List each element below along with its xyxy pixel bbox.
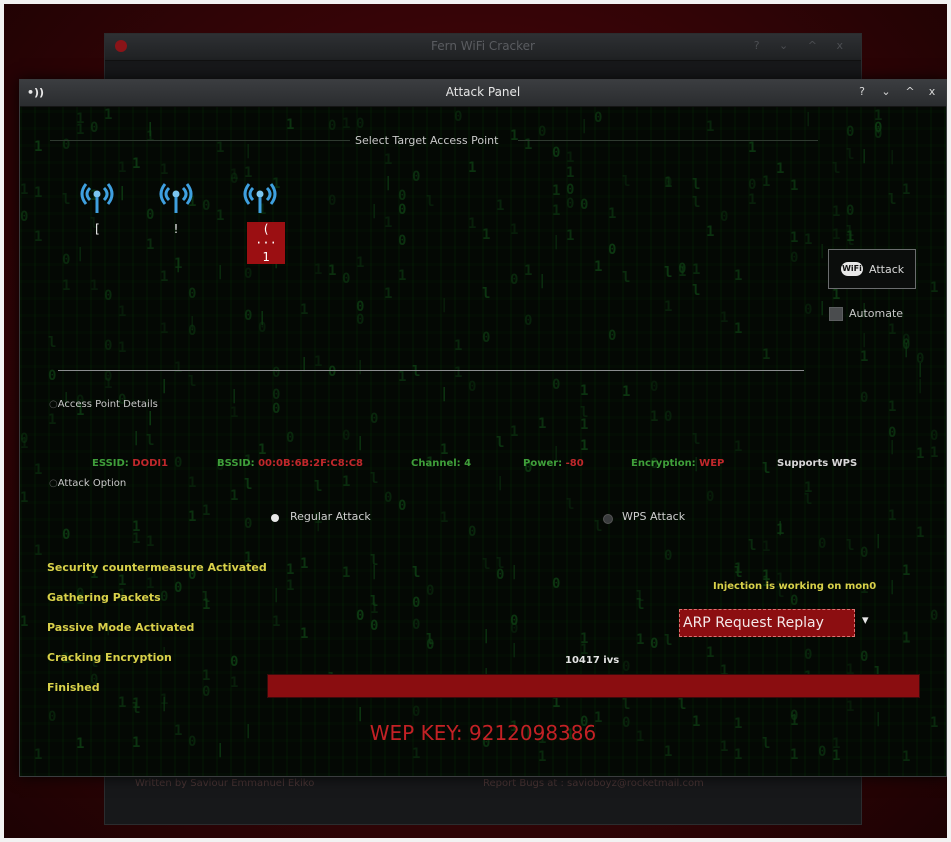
status-item: Security countermeasure Activated [47,561,267,574]
panel-content: 111100111111l010000|11l111|01011110l0l00… [20,107,946,776]
wireless-antenna-icon [243,183,277,213]
attack-button[interactable]: WiFi Attack [828,249,916,289]
bssid-value: 00:0B:6B:2F:C8:C8 [258,458,364,469]
access-point-details-label: Access Point Details [57,399,158,410]
progress-bar [267,674,920,698]
help-button[interactable]: ? [854,84,870,100]
attack-button-label: Attack [869,263,905,276]
attack-option-label: Attack Option [57,478,127,489]
ivs-counter: 10417 ivs [565,655,620,666]
automate-label: Automate [849,307,904,320]
separator [58,370,804,371]
channel-key: Channel: [411,458,461,469]
encryption-field: Encryption: WEP [631,458,724,469]
wep-key-result: WEP KEY: 9212098386 [369,721,597,745]
author-credit: Written by Saviour Emmanuel Ekiko [135,778,315,789]
channel-field: Channel: 4 [411,458,471,469]
access-point-2[interactable]: ! [151,181,201,236]
supports-wps-label: Supports WPS [777,458,858,469]
divider [518,140,818,141]
regular-attack-radio[interactable] [271,514,279,522]
background-window-title: Fern WiFi Cracker [431,39,535,53]
access-point-3[interactable]: ( ··· 1 [235,181,285,264]
encryption-key: Encryption: [631,458,696,469]
background-footer: Written by Saviour Emmanuel Ekiko Report… [105,778,861,798]
dialog-title: Attack Panel [445,85,521,99]
access-point-name: [ [93,222,101,236]
window-controls: ? ⌄ ^ x [753,39,851,52]
essid-key: ESSID: [92,458,129,469]
bug-report-text: Report Bugs at : savioboyz@rocketmail.co… [483,778,704,789]
maximize-button[interactable]: ^ [902,84,918,100]
attack-panel-dialog: •)) Attack Panel ? ⌄ ^ x 111100111111l01… [19,79,947,777]
injection-status: Injection is working on mon0 [713,581,877,592]
access-point-details-heading: ○Access Point Details [49,399,158,410]
status-item: Finished [47,681,100,694]
wireless-antenna-icon [80,183,114,213]
minimize-button[interactable]: ⌄ [878,84,894,100]
regular-attack-label: Regular Attack [290,510,371,523]
dropdown-arrow-icon[interactable]: ▾ [862,613,869,628]
bssid-field: BSSID: 00:0B:6B:2F:C8:C8 [217,458,363,469]
access-point-1[interactable]: [ [72,181,122,236]
attack-option-heading: ○Attack Option [49,478,127,489]
attack-mode-dropdown[interactable]: ARP Request Replay [679,609,855,637]
power-value: -80 [565,458,584,469]
status-item: Gathering Packets [47,591,161,604]
wps-attack-label: WPS Attack [622,510,686,523]
wps-attack-radio[interactable] [603,514,613,524]
automate-checkbox[interactable] [829,307,843,321]
progress-bar-fill [268,675,919,697]
select-target-label: Select Target Access Point [355,134,499,147]
power-key: Power: [523,458,563,469]
background-titlebar: Fern WiFi Cracker ? ⌄ ^ x [105,34,861,61]
encryption-value: WEP [699,458,725,469]
essid-field: ESSID: DODI1 [92,458,168,469]
access-point-name-selected: ( ··· 1 [247,222,285,264]
access-point-name: ! [172,222,180,236]
wifi-logo-icon: WiFi [841,262,863,276]
essid-value: DODI1 [132,458,169,469]
bssid-key: BSSID: [217,458,255,469]
wireless-antenna-icon [159,183,193,213]
channel-value: 4 [464,458,472,469]
status-item: Passive Mode Activated [47,621,195,634]
titlebar: •)) Attack Panel ? ⌄ ^ x [20,80,946,107]
status-item: Cracking Encryption [47,651,172,664]
divider [50,140,350,141]
power-field: Power: -80 [523,458,584,469]
close-button[interactable]: x [924,84,940,100]
